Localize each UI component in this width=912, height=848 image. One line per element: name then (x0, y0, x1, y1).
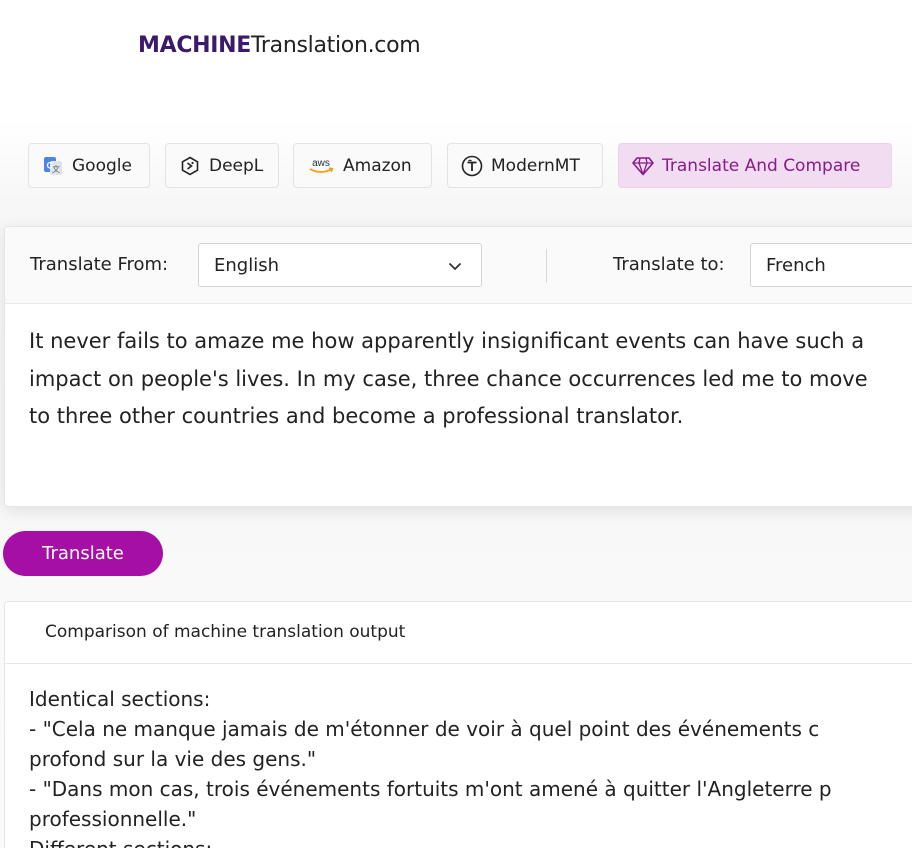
tab-amazon[interactable]: aws Amazon (293, 143, 432, 188)
tab-google-label: Google (72, 155, 132, 176)
logo-strong: MACHINE (138, 33, 252, 58)
aws-icon: aws (307, 155, 335, 177)
comparison-output: Identical sections: - "Cela ne manque ja… (29, 684, 832, 848)
comparison-header: Comparison of machine translation output (5, 602, 912, 664)
chevron-down-icon (447, 258, 463, 274)
google-translate-icon: G 文 (42, 155, 64, 177)
comparison-line: - "Dans mon cas, trois événements fortui… (29, 777, 832, 801)
svg-text:aws: aws (312, 158, 330, 169)
comparison-line: profond sur la vie des gens." (29, 747, 317, 771)
deepl-icon (179, 155, 201, 177)
source-text-line: impact on people's lives. In my case, th… (29, 366, 868, 391)
translate-from-label: Translate From: (30, 254, 169, 275)
source-text-line: It never fails to amaze me how apparentl… (29, 329, 865, 353)
tab-google[interactable]: G 文 Google (28, 143, 150, 188)
comparison-line: professionnelle." (29, 807, 197, 831)
tab-deepl[interactable]: DeepL (165, 143, 279, 188)
tab-modernmt[interactable]: ModernMT (447, 143, 603, 188)
comparison-panel: Comparison of machine translation output… (4, 601, 912, 848)
comparison-title: Comparison of machine translation output (45, 622, 406, 642)
source-text-input[interactable]: It never fails to amaze me how apparentl… (29, 323, 912, 436)
logo-light: Translation.com (251, 33, 421, 58)
source-text-line: to three other countries and become a pr… (29, 404, 684, 428)
site-logo[interactable]: MACHINETranslation.com (138, 32, 421, 60)
comparison-line: - "Cela ne manque jamais de m'étonner de… (29, 717, 820, 741)
comparison-line: Identical sections: (29, 687, 211, 711)
comparison-line: Different sections: (29, 834, 832, 848)
source-language-value: English (214, 254, 279, 276)
translator-card: Translate From: English Translate to: Fr… (4, 226, 912, 507)
tab-amazon-label: Amazon (343, 155, 412, 176)
target-language-select[interactable]: French (750, 243, 912, 287)
translate-button[interactable]: Translate (3, 531, 163, 576)
modernmt-icon (461, 155, 483, 177)
translate-to-label: Translate to: (613, 254, 725, 275)
language-divider (546, 249, 547, 283)
target-language-value: French (766, 254, 826, 276)
tab-translate-and-compare[interactable]: Translate And Compare (618, 143, 892, 188)
source-language-select[interactable]: English (198, 243, 482, 287)
diamond-icon (632, 155, 654, 177)
tab-translate-and-compare-label: Translate And Compare (662, 155, 861, 176)
tab-modernmt-label: ModernMT (491, 155, 580, 176)
svg-text:文: 文 (52, 164, 60, 174)
language-bar: Translate From: English Translate to: Fr… (5, 227, 912, 304)
page: MACHINETranslation.com G 文 Google DeepL … (0, 0, 912, 848)
tab-deepl-label: DeepL (209, 155, 264, 176)
